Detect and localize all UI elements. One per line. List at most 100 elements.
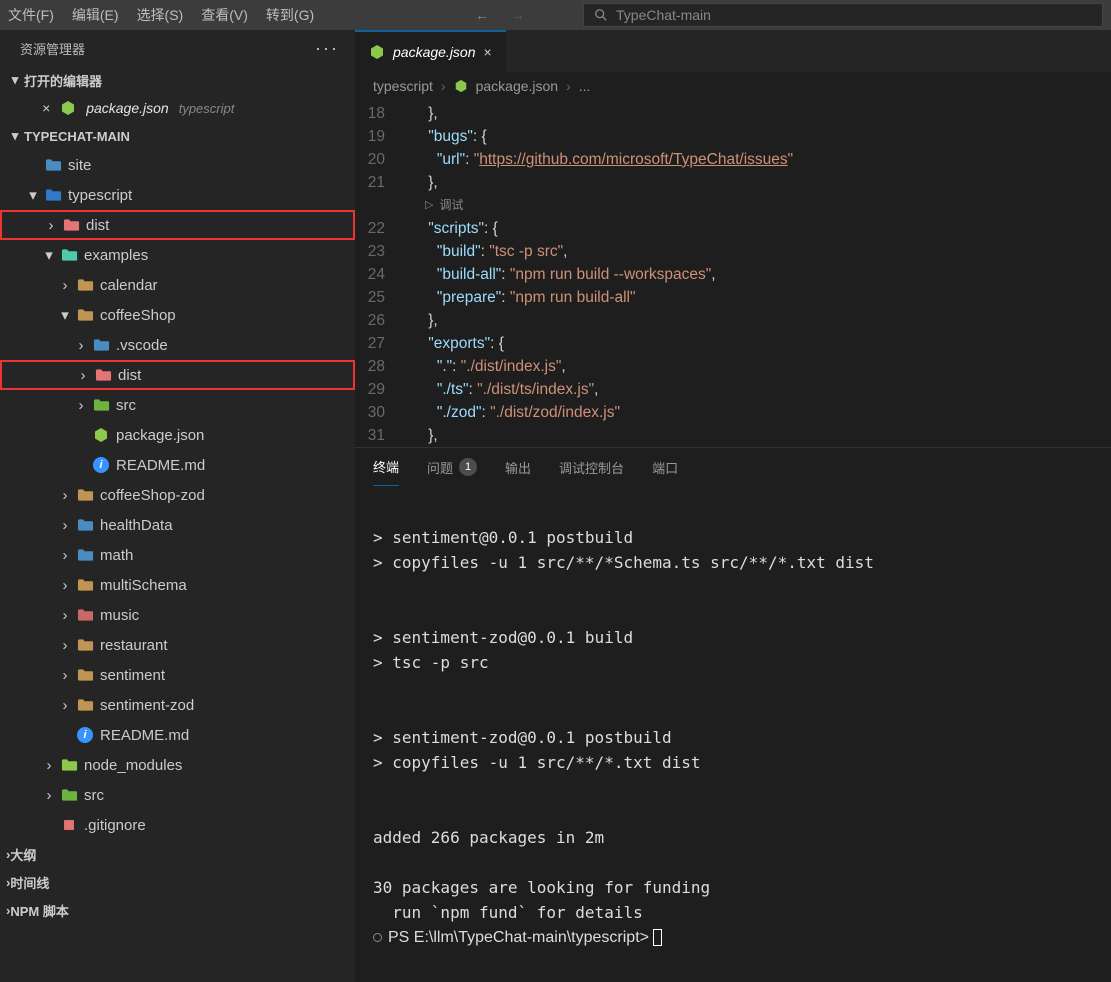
chevron-right-icon[interactable]: › bbox=[72, 397, 90, 414]
tree-item-coffeeShop-zod[interactable]: › coffeeShop-zod bbox=[0, 480, 355, 510]
folder-blue-icon bbox=[90, 338, 112, 352]
folder-icon bbox=[74, 668, 96, 682]
chevron-right-icon[interactable]: › bbox=[56, 277, 74, 294]
menu-item[interactable]: 转到(G) bbox=[266, 7, 314, 23]
tree-label: src bbox=[116, 397, 136, 414]
folder-blue-icon bbox=[42, 158, 64, 172]
tree-item-typescript[interactable]: ▾ typescript bbox=[0, 180, 355, 210]
section-NPM 脚本[interactable]: ›NPM 脚本 bbox=[0, 896, 355, 924]
chevron-right-icon[interactable]: › bbox=[42, 217, 60, 234]
chevron-right-icon[interactable]: › bbox=[72, 337, 90, 354]
nav-fwd-icon[interactable]: → bbox=[511, 7, 525, 23]
tree-label: dist bbox=[118, 367, 141, 384]
tree-label: README.md bbox=[100, 727, 189, 744]
tree-item-dist[interactable]: › dist bbox=[0, 210, 355, 240]
open-editors-section[interactable]: ▾打开的编辑器 bbox=[0, 66, 355, 94]
tree-item-restaurant[interactable]: ›restaurant bbox=[0, 630, 355, 660]
menu-item[interactable]: 编辑(E) bbox=[72, 7, 119, 23]
tree-item-package-json[interactable]: package.json bbox=[0, 420, 355, 450]
panel-tab-输出[interactable]: 输出 bbox=[505, 448, 531, 486]
chevron-right-icon[interactable]: › bbox=[40, 757, 58, 774]
tree-label: sentiment bbox=[100, 667, 165, 684]
tree-label: src bbox=[84, 787, 104, 804]
dist-icon bbox=[60, 218, 82, 232]
chevron-right-icon[interactable]: › bbox=[56, 697, 74, 714]
prompt-icon bbox=[373, 933, 382, 942]
tree-item-README-md[interactable]: iREADME.md bbox=[0, 720, 355, 750]
folder-open-icon bbox=[74, 308, 96, 322]
tree-item-examples[interactable]: ▾examples bbox=[0, 240, 355, 270]
chevron-right-icon[interactable]: › bbox=[74, 367, 92, 384]
info-icon: i bbox=[90, 457, 112, 473]
menu-item[interactable]: 查看(V) bbox=[201, 7, 248, 23]
tab-package-json[interactable]: package.json × bbox=[355, 30, 506, 72]
tree-label: typescript bbox=[68, 187, 132, 204]
tree-label: site bbox=[68, 157, 91, 174]
src-icon bbox=[90, 398, 112, 412]
command-center[interactable]: TypeChat-main bbox=[583, 3, 1103, 27]
tree-item-src[interactable]: › src bbox=[0, 780, 355, 810]
tree-label: multiSchema bbox=[100, 577, 187, 594]
tree-item-healthData[interactable]: › healthData bbox=[0, 510, 355, 540]
tree-item-math[interactable]: › math bbox=[0, 540, 355, 570]
project-section[interactable]: ▾TYPECHAT-MAIN bbox=[0, 122, 355, 150]
tree-item-sentiment-zod[interactable]: ›sentiment-zod bbox=[0, 690, 355, 720]
chevron-right-icon[interactable]: › bbox=[56, 637, 74, 654]
src-icon bbox=[58, 788, 80, 802]
more-icon[interactable]: ··· bbox=[315, 38, 339, 59]
chevron-down-icon[interactable]: ▾ bbox=[24, 186, 42, 204]
editor-tabs: package.json × bbox=[355, 30, 1111, 72]
chevron-down-icon[interactable]: ▾ bbox=[40, 246, 58, 264]
tree-item--gitignore[interactable]: .gitignore bbox=[0, 810, 355, 840]
file-tree: site▾typescript›dist▾examples›calendar▾c… bbox=[0, 150, 355, 840]
tree-item-calendar[interactable]: ›calendar bbox=[0, 270, 355, 300]
tree-item-README-md[interactable]: iREADME.md bbox=[0, 450, 355, 480]
panel-tab-调试控制台[interactable]: 调试控制台 bbox=[559, 448, 624, 486]
panel-tab-终端[interactable]: 终端 bbox=[373, 448, 399, 486]
tree-label: math bbox=[100, 547, 133, 564]
chevron-right-icon[interactable]: › bbox=[56, 577, 74, 594]
chevron-right-icon[interactable]: › bbox=[56, 487, 74, 504]
tree-item-multiSchema[interactable]: › multiSchema bbox=[0, 570, 355, 600]
tree-item-src[interactable]: › src bbox=[0, 390, 355, 420]
menu-item[interactable]: 文件(F) bbox=[8, 7, 54, 23]
tree-item-music[interactable]: › music bbox=[0, 600, 355, 630]
panel-tab-端口[interactable]: 端口 bbox=[652, 448, 678, 486]
gitignore-icon bbox=[58, 817, 80, 833]
close-icon[interactable]: × bbox=[484, 44, 492, 60]
chevron-right-icon[interactable]: › bbox=[40, 787, 58, 804]
tree-item-dist[interactable]: › dist bbox=[0, 360, 355, 390]
section-大纲[interactable]: ›大纲 bbox=[0, 840, 355, 868]
close-icon[interactable]: × bbox=[42, 100, 50, 116]
chevron-down-icon[interactable]: ▾ bbox=[56, 306, 74, 324]
search-icon bbox=[594, 8, 608, 22]
chevron-right-icon[interactable]: › bbox=[56, 517, 74, 534]
bottom-panel: 终端问题1 输出调试控制台端口 > sentiment@0.0.1 postbui… bbox=[355, 447, 1111, 964]
tree-label: healthData bbox=[100, 517, 173, 534]
codelens-debug[interactable]: ▷调试 bbox=[411, 194, 1111, 217]
open-editor-item[interactable]: × package.json typescript bbox=[0, 94, 355, 122]
tree-item--vscode[interactable]: ›.vscode bbox=[0, 330, 355, 360]
breadcrumb[interactable]: typescript › package.json › ... bbox=[355, 72, 1111, 100]
tree-item-site[interactable]: site bbox=[0, 150, 355, 180]
nav-back-icon[interactable]: ← bbox=[475, 7, 489, 23]
tree-item-node_modules[interactable]: ›node_modules bbox=[0, 750, 355, 780]
nodejs-icon bbox=[369, 44, 385, 60]
tree-label: coffeeShop-zod bbox=[100, 487, 205, 504]
menu-item[interactable]: 选择(S) bbox=[137, 7, 184, 23]
folder-blue-icon bbox=[74, 518, 96, 532]
panel-tab-问题[interactable]: 问题1 bbox=[427, 448, 477, 486]
tree-item-coffeeShop[interactable]: ▾coffeeShop bbox=[0, 300, 355, 330]
terminal-cursor bbox=[653, 929, 662, 946]
tree-label: music bbox=[100, 607, 139, 624]
terminal[interactable]: > sentiment@0.0.1 postbuild > copyfiles … bbox=[355, 486, 1111, 964]
tree-item-sentiment[interactable]: › sentiment bbox=[0, 660, 355, 690]
chevron-right-icon[interactable]: › bbox=[56, 667, 74, 684]
code-editor[interactable]: 18 },19 "bugs": {20 "url": "https://gith… bbox=[355, 100, 1111, 447]
editor-area: package.json × typescript › package.json… bbox=[355, 30, 1111, 982]
chevron-right-icon[interactable]: › bbox=[56, 607, 74, 624]
section-时间线[interactable]: ›时间线 bbox=[0, 868, 355, 896]
folder-red-icon bbox=[74, 608, 96, 622]
tree-label: dist bbox=[86, 217, 109, 234]
chevron-right-icon[interactable]: › bbox=[56, 547, 74, 564]
